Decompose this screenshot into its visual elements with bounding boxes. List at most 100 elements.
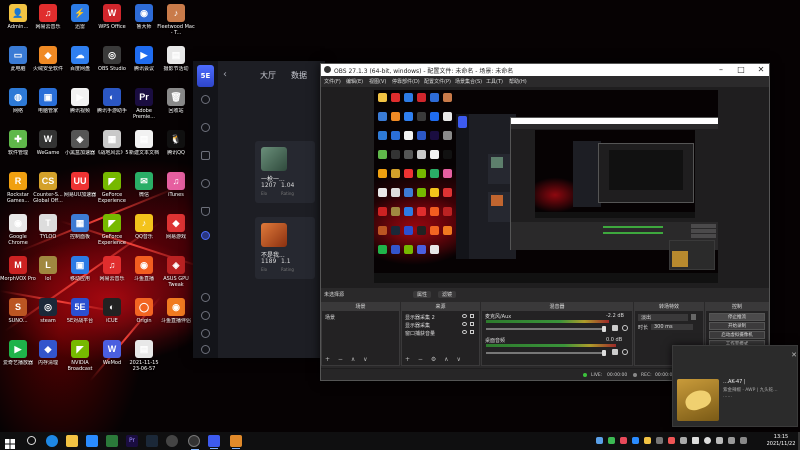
desktop-icon[interactable]: ✚ 软件管理 [2,129,34,169]
tray-icon[interactable] [740,437,747,444]
tray-icon[interactable] [680,437,687,444]
desktop-icon[interactable]: ◉ 斗鱼直播伴侣 [160,297,192,337]
desktop-icon[interactable]: ▶ 腾讯会议 [128,45,160,85]
match-card[interactable]: 不是我... 1189 1.1 Elo Rating [255,217,315,279]
clock-icon[interactable] [201,123,210,132]
menu-edit[interactable]: 编辑(E) [346,78,363,85]
desktop-icon[interactable]: ◈ 小黑盒加速器 [64,129,96,169]
premiere-icon[interactable]: Pr [126,435,138,447]
volume-slider-knob[interactable] [602,350,606,356]
nav-tab-data[interactable]: 数据 [291,70,307,81]
lock-icon[interactable] [470,330,474,334]
notification-toast[interactable]: ✕ …AK-47 | 紫金辣椒 · AWP | 九头蛇… …… [672,345,798,427]
tray-icon[interactable] [596,437,603,444]
desktop-icon[interactable]: ◆ 内存清理 [32,339,64,379]
volume-icon[interactable] [704,437,711,444]
wifi-icon[interactable] [201,207,210,216]
fire-icon[interactable] [201,179,210,188]
source-item[interactable]: 显示器采集 2 [405,314,435,321]
desktop-icon[interactable]: ▤ 摄影节活动 [160,45,192,85]
desktop-icon[interactable]: ▦ 《战地风云》5 [95,129,129,169]
scenes-toolbar[interactable]: + − ∧ ∨ [325,356,371,363]
tray-icon[interactable] [620,437,627,444]
desktop-icon[interactable]: ♫ iTunes [160,171,192,211]
obs-titlebar[interactable]: OBS 27.1.3 (64-bit, windows) - 配置文件: 未命名… [321,64,769,76]
sources-toolbar[interactable]: + − ⚙ ∧ ∨ [405,356,464,363]
visibility-eye-icon[interactable] [462,314,467,318]
desktop-icon[interactable]: 🗑 回收站 [160,87,192,127]
desktop-icon[interactable]: W WeGame [32,129,64,169]
menu-tools[interactable]: 工具(T) [486,78,503,85]
desktop-icon[interactable]: ◎ steam [32,297,64,337]
message-icon[interactable] [201,329,210,338]
desktop-icon[interactable]: ◯ Origin [128,297,160,337]
desktop-icon[interactable]: ▶ 腾讯视频 [64,87,96,127]
menu-help[interactable]: 帮助(H) [509,78,527,85]
network-icon[interactable] [692,437,699,444]
close-icon[interactable]: ✕ [751,64,769,76]
edge-icon[interactable] [46,435,58,447]
desktop-icon[interactable]: ✉ 微信 [128,171,160,211]
desktop-icon[interactable]: W WeMod [96,339,128,379]
match-card[interactable]: 一枪一... 1207 1.04 Elo Rating [255,141,315,203]
desktop-icon[interactable]: ◐ 腾讯手游助手 [96,87,128,127]
start-button[interactable] [4,435,16,449]
desktop-icon[interactable]: ⚡ 迅雷 [64,3,96,43]
desktop-icon[interactable]: CS Counter-S... Global Off... [32,171,64,211]
desktop-icon[interactable]: ◤ GeForce Experience [96,171,128,211]
desktop-icon[interactable]: ▤ 2021-11-15 23-06-57 [128,339,160,379]
menu-file[interactable]: 文件(F) [324,78,341,85]
menu-view[interactable]: 视图(V) [369,78,386,85]
moon-icon[interactable] [201,231,210,240]
desktop-icon[interactable]: ☁ 百度网盘 [64,45,96,85]
gear-icon[interactable] [622,349,628,355]
app-icon[interactable] [106,435,118,447]
launcher-logo[interactable]: 5E [197,65,214,87]
user-icon[interactable] [201,345,210,354]
menu-scene-collection[interactable]: 场景集合(S) [455,78,482,85]
desktop-icon[interactable]: S SUNO... [2,297,34,337]
desktop-icon[interactable]: ◉ 鲁大师 [128,3,160,43]
tray-icon[interactable] [608,437,615,444]
desktop-icon[interactable]: Llol [32,255,64,295]
steam-icon[interactable] [146,435,158,447]
desktop-icon[interactable]: ◆ 火绒安全软件 [32,45,64,85]
speaker-icon[interactable] [612,325,618,331]
desktop-icon[interactable]: 👤 Admin… [2,3,34,43]
stop-streaming-button[interactable]: 停止推流 [709,313,765,321]
app-icon[interactable] [230,435,242,449]
search-icon[interactable] [27,436,36,445]
desktop-icon[interactable]: ◤ GeForce Experience [96,213,128,253]
launcher-taskbar-icon[interactable] [208,435,220,449]
desktop-icon[interactable]: ▦ 控制面板 [64,213,96,253]
duration-input[interactable]: 300 ms [651,324,693,330]
tray-icon[interactable] [656,437,663,444]
crown-icon[interactable] [201,151,210,160]
visibility-eye-icon[interactable] [462,322,467,326]
desktop-icon[interactable]: R Rockstar Games... [2,171,34,211]
gear-icon[interactable] [622,325,628,331]
desktop-icon[interactable]: ♪ QQ音乐 [128,213,160,253]
desktop-icon[interactable]: ◉ Google Chrome [2,213,34,253]
transition-select[interactable]: 淡出 [638,314,688,321]
game-launcher-window[interactable]: 5E ‹ 大厅 数据 一枪一... 1207 1.04 Elo Rating 不… [193,61,325,358]
plus-icon[interactable] [691,314,696,320]
nav-tab-lobby[interactable]: 大厅 [260,70,276,81]
tray-icon[interactable] [632,437,639,444]
input-method-icon[interactable] [716,437,723,444]
menu-profile[interactable]: 配置文件(P) [424,78,451,85]
volume-slider[interactable] [486,328,606,330]
desktop-icon[interactable]: ♪ Fleetwood Mac - T... [157,3,195,43]
desktop-icon[interactable]: T TYLOO [32,213,64,253]
desktop-icon[interactable]: ♫ 网易云音乐 [32,3,64,43]
desktop-icon[interactable]: ◈ ASUS GPU Tweak [160,255,192,295]
maximize-icon[interactable]: □ [731,64,751,76]
desktop-icon[interactable]: ▭ 此电脑 [2,45,34,85]
app-icon[interactable] [166,435,178,447]
tray-icon[interactable] [668,437,675,444]
desktop-icon[interactable]: ◤ NVIDIA Broadcast [64,339,96,379]
visibility-eye-icon[interactable] [462,330,467,334]
menu-docks[interactable]: 停靠部件(D) [392,78,420,85]
filters-button[interactable]: 滤镜 [438,291,457,298]
desktop-icon[interactable]: W WPS Office [96,3,128,43]
